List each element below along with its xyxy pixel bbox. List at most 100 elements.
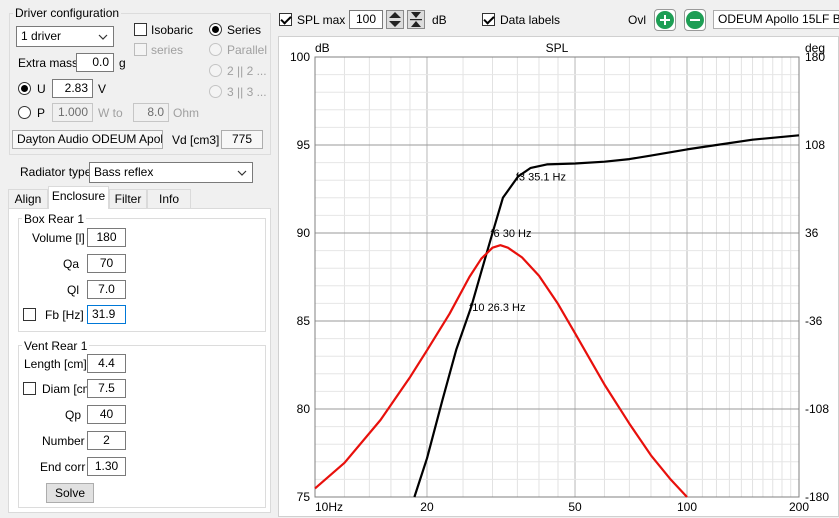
- vd-label: Vd [cm3]: [172, 133, 220, 147]
- data-label-annotation: f3 35.1 Hz: [516, 172, 566, 184]
- voltage-label: U: [37, 82, 46, 96]
- isobaric-checkbox[interactable]: [134, 23, 147, 36]
- y2-tick-label: -108: [805, 402, 829, 416]
- parallel-label: Parallel: [227, 43, 268, 57]
- chart-series: [314, 134, 800, 498]
- chevron-down-icon: [98, 34, 108, 40]
- y2-tick-label: 108: [805, 138, 825, 152]
- arrows-up-down-icon: [389, 12, 401, 27]
- vent-rear-title: Vent Rear 1: [22, 339, 90, 353]
- impedance-unit: Ohm: [173, 106, 200, 120]
- diam-input[interactable]: 7.5: [87, 379, 126, 398]
- series-radio[interactable]: [209, 23, 222, 36]
- minus-icon: [686, 11, 704, 29]
- spl-max-input[interactable]: 100: [349, 10, 383, 29]
- spin-fit-button[interactable]: [407, 10, 425, 29]
- y-tick-label: 80: [297, 402, 311, 416]
- radiator-type-label: Radiator type: [20, 165, 92, 179]
- extra-mass-unit: g: [119, 56, 126, 70]
- series-sub-label: series: [151, 43, 184, 57]
- remove-overlay-button[interactable]: [684, 9, 706, 31]
- driver-count-select[interactable]: 1 driver: [16, 26, 114, 47]
- qa-label: Qa: [63, 257, 80, 271]
- vd-field: 775: [221, 130, 263, 149]
- series-label: Series: [227, 23, 262, 37]
- diam-checkbox[interactable]: [23, 382, 36, 395]
- chart-text: 100959085807518010836-36-108-18010Hz 20 50…: [290, 41, 829, 514]
- chart-grid: [314, 56, 800, 498]
- add-overlay-button[interactable]: [654, 9, 676, 31]
- volume-input[interactable]: 180: [87, 228, 126, 247]
- chart-title: SPL: [546, 41, 569, 55]
- driver-name-field[interactable]: Dayton Audio ODEUM Apollo 15: [12, 130, 163, 149]
- driver-config-title: Driver configuration: [13, 6, 122, 20]
- isobaric-label: Isobaric: [151, 23, 194, 37]
- radiator-type-select[interactable]: Bass reflex: [89, 162, 253, 183]
- x-tick-label: 20: [420, 500, 434, 514]
- impedance-input[interactable]: 8.0: [133, 103, 169, 122]
- data-labels-checkbox[interactable]: [482, 13, 495, 26]
- extra-mass-label: Extra mass: [18, 56, 79, 70]
- db-unit-label: dB: [432, 13, 447, 27]
- y-axis-label: dB: [315, 41, 330, 55]
- extra-mass-input[interactable]: 0.0: [76, 53, 114, 72]
- spl-max-checkbox[interactable]: [279, 13, 292, 26]
- ovl-label: Ovl: [628, 13, 646, 27]
- power-input[interactable]: 1.000: [52, 103, 93, 122]
- parallel-radio[interactable]: [209, 43, 222, 56]
- fb-checkbox[interactable]: [23, 308, 36, 321]
- y2-tick-label: -36: [805, 314, 823, 328]
- length-label: Length [cm]: [24, 357, 87, 371]
- voltage-unit: V: [98, 82, 107, 96]
- fb-label: Fb [Hz]: [45, 308, 84, 322]
- fit-arrows-icon: [410, 12, 422, 27]
- y-tick-label: 100: [290, 50, 310, 64]
- tab-enclosure[interactable]: Enclosure: [48, 186, 109, 209]
- number-label: Number: [42, 434, 85, 448]
- x-tick-label: 50: [568, 500, 582, 514]
- data-label-annotation: f10 26.3 Hz: [469, 302, 525, 314]
- spl-chart: 100 95 90 85 80 75 180 108 36 -36 -108 -180 10Hz 20 50…: [278, 36, 839, 517]
- option-2-label: 2 || 2 ...: [227, 64, 267, 78]
- end-corr-label: End corr: [40, 460, 86, 474]
- solve-button[interactable]: Solve: [46, 483, 94, 503]
- qp-input[interactable]: 40: [87, 405, 126, 424]
- spin-up-down-button[interactable]: [386, 10, 404, 29]
- tab-filter[interactable]: Filter: [109, 189, 147, 209]
- length-input[interactable]: 4.4: [87, 354, 126, 373]
- y-tick-label: 95: [297, 138, 311, 152]
- fb-input[interactable]: 31.9: [87, 305, 126, 324]
- phase-curve: [314, 244, 688, 498]
- y2-axis-label: deg: [805, 41, 825, 55]
- option-3-radio[interactable]: [209, 85, 222, 98]
- box-rear-title: Box Rear 1: [22, 212, 87, 226]
- voltage-input[interactable]: 2.83: [52, 79, 93, 98]
- project-name-field[interactable]: ODEUM Apollo 15LF BR1: [713, 10, 839, 29]
- x-tick-label: 10Hz: [315, 500, 343, 514]
- data-labels-label: Data labels: [500, 13, 561, 27]
- power-radio[interactable]: [18, 106, 31, 119]
- spl-chart-svg: 100959085807518010836-36-108-18010Hz 20 50…: [290, 41, 829, 514]
- tab-info[interactable]: Info: [147, 189, 191, 209]
- plot-border: [314, 56, 800, 498]
- ql-input[interactable]: 7.0: [87, 280, 126, 299]
- option-2-radio[interactable]: [209, 64, 222, 77]
- x-tick-label: 200: [789, 500, 809, 514]
- driver-count-value: 1 driver: [21, 29, 62, 43]
- ql-label: Ql: [67, 283, 79, 297]
- radiator-type-value: Bass reflex: [94, 165, 154, 179]
- y-tick-label: 90: [297, 226, 311, 240]
- y-tick-label: 85: [297, 314, 311, 328]
- qa-input[interactable]: 70: [87, 254, 126, 273]
- voltage-radio[interactable]: [18, 82, 31, 95]
- chevron-down-icon: [237, 170, 247, 176]
- y2-tick-label: 36: [805, 226, 819, 240]
- end-corr-input[interactable]: 1.30: [87, 457, 126, 476]
- y-tick-label: 75: [297, 490, 311, 504]
- tab-align[interactable]: Align: [8, 189, 48, 209]
- number-input[interactable]: 2: [87, 431, 126, 450]
- option-3-label: 3 || 3 ...: [227, 85, 267, 99]
- series-sub-checkbox[interactable]: [134, 43, 147, 56]
- spl-max-label: SPL max: [297, 13, 346, 27]
- power-label: P: [37, 106, 46, 120]
